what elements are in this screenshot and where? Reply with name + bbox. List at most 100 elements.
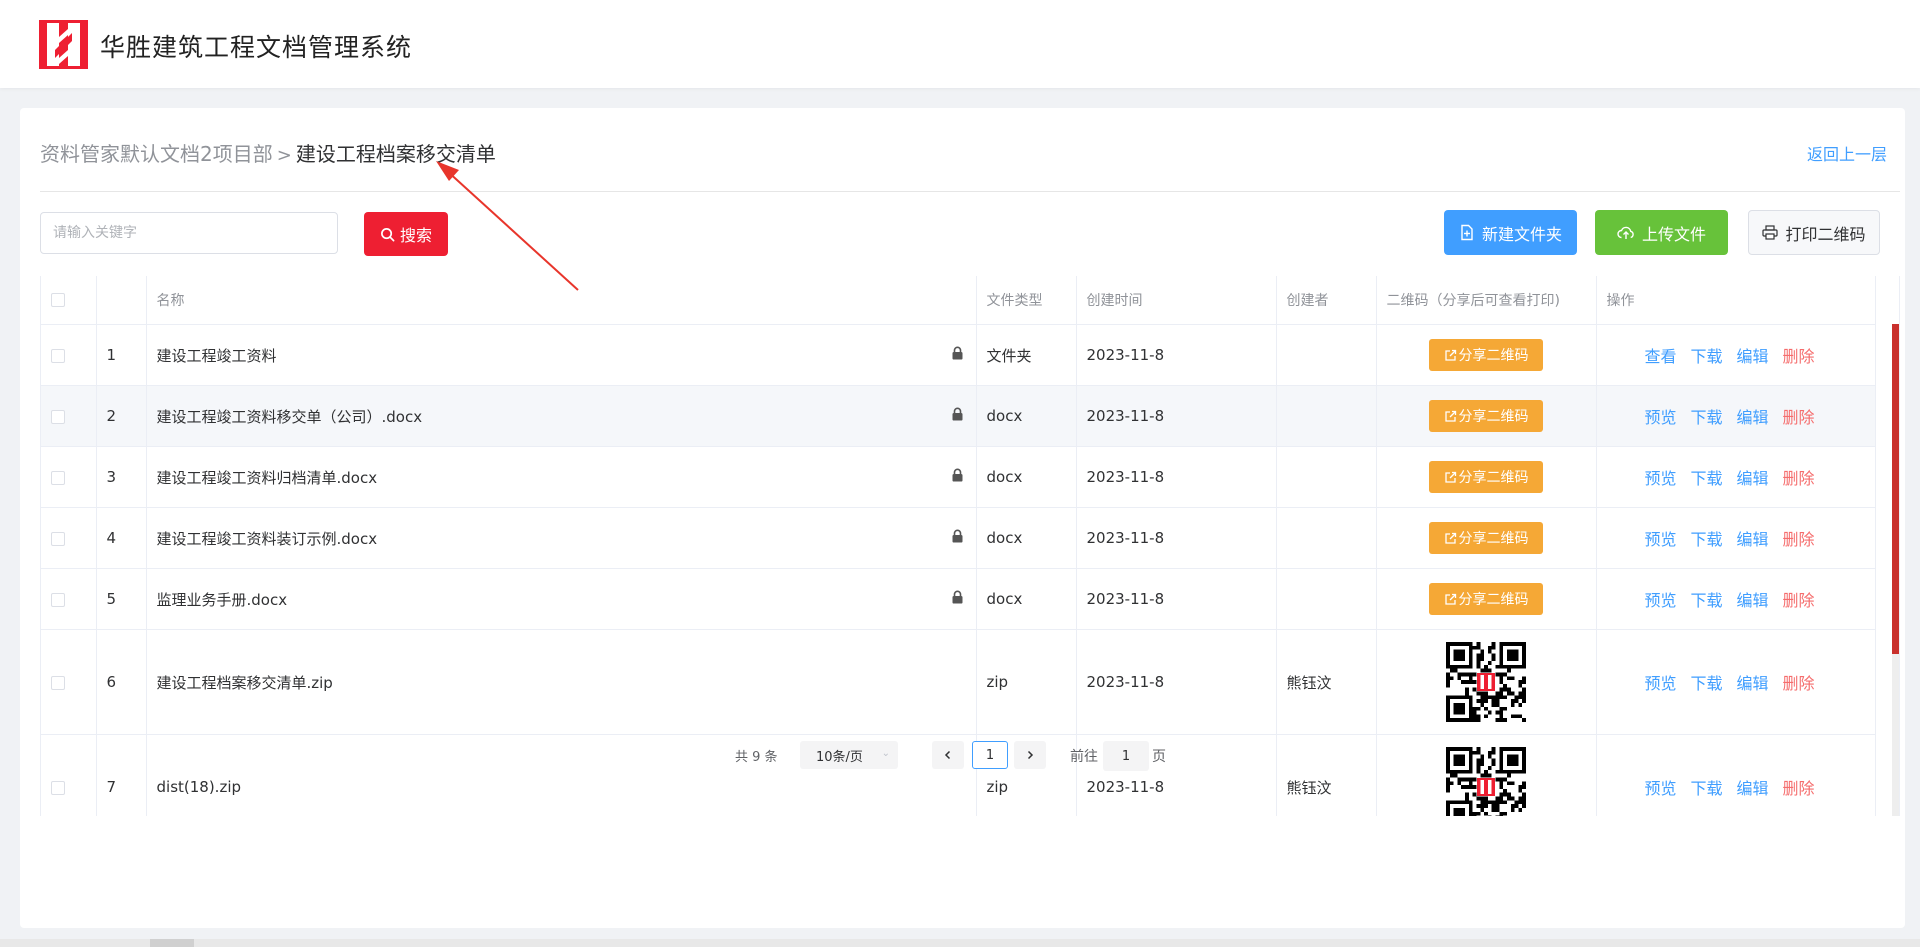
edit-button[interactable]: 编辑 bbox=[1737, 591, 1769, 610]
qr-cell bbox=[1376, 629, 1597, 735]
download-button[interactable]: 下载 bbox=[1691, 469, 1723, 488]
row-index: 7 bbox=[96, 734, 147, 816]
file-name[interactable]: 监理业务手册.docx bbox=[157, 591, 288, 609]
back-link[interactable]: 返回上一层 bbox=[1807, 141, 1887, 165]
preview-button[interactable]: 预览 bbox=[1645, 674, 1677, 693]
print-qr-button[interactable]: 打印二维码 bbox=[1748, 210, 1880, 255]
share-qr-button[interactable]: 分享二维码 bbox=[1429, 583, 1543, 615]
row-checkbox[interactable] bbox=[51, 592, 65, 607]
delete-button[interactable]: 删除 bbox=[1783, 779, 1815, 798]
printer-icon bbox=[1762, 225, 1779, 240]
delete-button[interactable]: 删除 bbox=[1783, 591, 1815, 610]
preview-button[interactable]: 预览 bbox=[1645, 408, 1677, 427]
file-name[interactable]: 建设工程档案移交清单.zip bbox=[157, 674, 333, 692]
row-index: 1 bbox=[96, 324, 147, 386]
file-type: docx bbox=[976, 385, 1077, 447]
folder-add-icon bbox=[1461, 224, 1473, 241]
page-size-select[interactable]: 10条/页 ⌄ bbox=[800, 741, 898, 769]
actions-cell: 预览 下载 编辑 删除 bbox=[1596, 507, 1876, 569]
download-button[interactable]: 下载 bbox=[1691, 591, 1723, 610]
row-checkbox[interactable] bbox=[51, 409, 65, 424]
search-input[interactable] bbox=[40, 212, 338, 254]
delete-button[interactable]: 删除 bbox=[1783, 347, 1815, 366]
share-qr-button[interactable]: 分享二维码 bbox=[1429, 339, 1543, 371]
table-row[interactable]: 5 监理业务手册.docx docx 2023-11-8 分享二维码 预览 下载 编辑 删除 bbox=[41, 568, 1876, 630]
row-checkbox[interactable] bbox=[51, 675, 65, 690]
row-index: 5 bbox=[96, 568, 147, 630]
next-page-button[interactable] bbox=[1014, 741, 1046, 769]
delete-button[interactable]: 删除 bbox=[1783, 530, 1815, 549]
prev-page-button[interactable] bbox=[932, 741, 964, 769]
edit-button[interactable]: 编辑 bbox=[1737, 779, 1769, 798]
download-button[interactable]: 下载 bbox=[1691, 530, 1723, 549]
goto-prefix: 前往 bbox=[1070, 749, 1098, 765]
page-number-current[interactable]: 1 bbox=[972, 741, 1008, 769]
preview-button[interactable]: 预览 bbox=[1645, 779, 1677, 798]
file-name[interactable]: 建设工程竣工资料归档清单.docx bbox=[157, 469, 378, 487]
row-checkbox[interactable] bbox=[51, 531, 65, 546]
download-button[interactable]: 下载 bbox=[1691, 347, 1723, 366]
select-all-checkbox[interactable] bbox=[51, 293, 65, 307]
download-button[interactable]: 下载 bbox=[1691, 408, 1723, 427]
bottom-strip-tab bbox=[150, 939, 194, 947]
row-checkbox[interactable] bbox=[51, 348, 65, 363]
edit-button[interactable]: 编辑 bbox=[1737, 347, 1769, 366]
upload-icon bbox=[1617, 226, 1634, 239]
preview-button[interactable]: 预览 bbox=[1645, 530, 1677, 549]
creator-name bbox=[1276, 446, 1377, 508]
search-button[interactable]: 搜索 bbox=[364, 212, 448, 256]
file-name[interactable]: 建设工程竣工资料装订示例.docx bbox=[157, 530, 378, 548]
share-qr-button[interactable]: 分享二维码 bbox=[1429, 522, 1543, 554]
share-icon bbox=[1444, 471, 1459, 484]
created-date: 2023-11-8 bbox=[1076, 446, 1277, 508]
new-folder-button[interactable]: 新建文件夹 bbox=[1444, 210, 1577, 255]
preview-button[interactable]: 预览 bbox=[1645, 469, 1677, 488]
share-qr-button[interactable]: 分享二维码 bbox=[1429, 400, 1543, 432]
share-qr-label: 分享二维码 bbox=[1458, 470, 1529, 486]
file-name[interactable]: dist(18).zip bbox=[157, 778, 242, 796]
actions-cell: 查看 下载 编辑 删除 bbox=[1596, 324, 1876, 386]
edit-button[interactable]: 编辑 bbox=[1737, 674, 1769, 693]
app-title: 华胜建筑工程文档管理系统 bbox=[100, 33, 413, 62]
table-row[interactable]: 4 建设工程竣工资料装订示例.docx docx 2023-11-8 分享二维码 预览 下载… bbox=[41, 507, 1876, 569]
open-button[interactable]: 查看 bbox=[1645, 347, 1677, 366]
goto-page-input[interactable] bbox=[1103, 741, 1149, 771]
breadcrumb-parent[interactable]: 资料管家默认文档2项目部 bbox=[40, 142, 273, 166]
edit-button[interactable]: 编辑 bbox=[1737, 530, 1769, 549]
download-button[interactable]: 下载 bbox=[1691, 674, 1723, 693]
upload-label: 上传文件 bbox=[1641, 224, 1706, 244]
print-qr-label: 打印二维码 bbox=[1785, 224, 1866, 244]
table-row[interactable]: 1 建设工程竣工资料 文件夹 2023-11-8 分享二维码 查看 下载 编辑 删除 bbox=[41, 324, 1876, 386]
qr-cell: 分享二维码 bbox=[1376, 507, 1597, 569]
share-qr-button[interactable]: 分享二维码 bbox=[1429, 461, 1543, 493]
table-row[interactable]: 6 建设工程档案移交清单.zip zip 2023-11-8 熊钰汶 预览 下载 编辑 删除 bbox=[41, 629, 1876, 735]
new-folder-label: 新建文件夹 bbox=[1481, 224, 1562, 244]
edit-button[interactable]: 编辑 bbox=[1737, 408, 1769, 427]
table-scrollbar-thumb[interactable] bbox=[1892, 324, 1899, 654]
file-name[interactable]: 建设工程竣工资料 bbox=[157, 347, 277, 365]
share-icon bbox=[1444, 410, 1459, 423]
delete-button[interactable]: 删除 bbox=[1783, 674, 1815, 693]
row-index: 2 bbox=[96, 385, 147, 447]
row-select-cell bbox=[41, 446, 97, 508]
index-header bbox=[96, 276, 147, 325]
download-button[interactable]: 下载 bbox=[1691, 779, 1723, 798]
row-index: 6 bbox=[96, 629, 147, 735]
delete-button[interactable]: 删除 bbox=[1783, 408, 1815, 427]
row-checkbox[interactable] bbox=[51, 470, 65, 485]
file-name[interactable]: 建设工程竣工资料移交单（公司）.docx bbox=[157, 408, 423, 426]
col-type-header: 文件类型 bbox=[976, 276, 1077, 325]
chevron-left-icon bbox=[944, 750, 951, 760]
lock-icon bbox=[951, 407, 964, 425]
col-name-header: 名称 bbox=[146, 276, 977, 325]
row-checkbox[interactable] bbox=[51, 780, 65, 795]
preview-button[interactable]: 预览 bbox=[1645, 591, 1677, 610]
delete-button[interactable]: 删除 bbox=[1783, 469, 1815, 488]
col-created-header: 创建时间 bbox=[1076, 276, 1277, 325]
edit-button[interactable]: 编辑 bbox=[1737, 469, 1769, 488]
file-name-cell: 建设工程竣工资料移交单（公司）.docx bbox=[146, 385, 977, 447]
table-row[interactable]: 3 建设工程竣工资料归档清单.docx docx 2023-11-8 分享二维码 预览 下载… bbox=[41, 446, 1876, 508]
actions-cell: 预览 下载 编辑 删除 bbox=[1596, 734, 1876, 816]
upload-button[interactable]: 上传文件 bbox=[1595, 210, 1728, 255]
table-row[interactable]: 2 建设工程竣工资料移交单（公司）.docx docx 2023-11-8 分享二维码 预… bbox=[41, 385, 1876, 447]
